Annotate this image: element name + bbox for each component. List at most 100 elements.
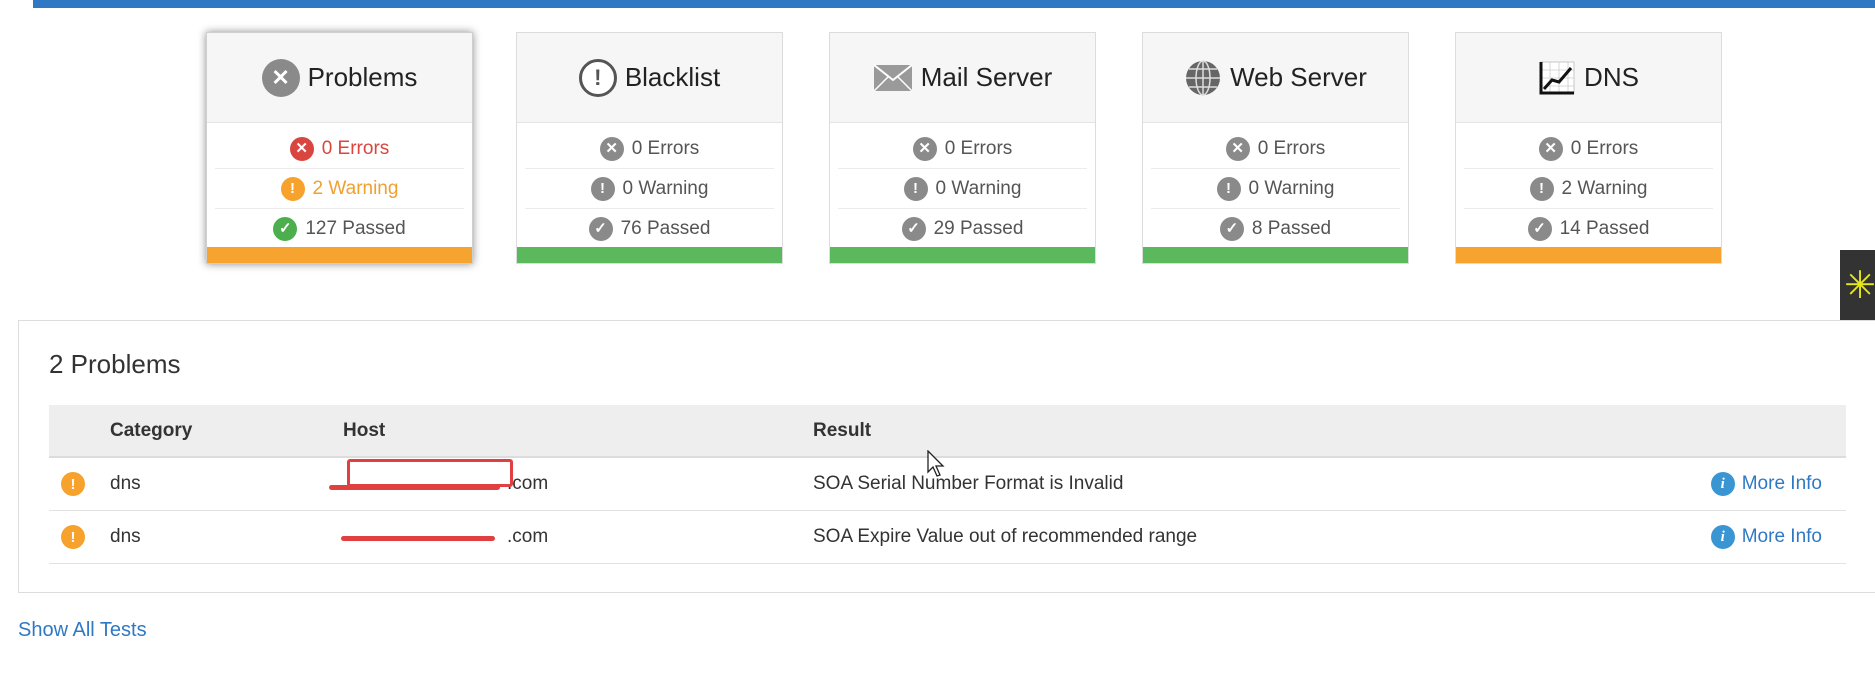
problems-table: Category Host Result ! dns .com SOA Seri… (49, 405, 1846, 564)
passed-label: 14 Passed (1559, 217, 1650, 239)
warnings-label: 0 Warning (935, 177, 1022, 199)
status-bar (207, 247, 472, 263)
passed-label: 127 Passed (305, 217, 406, 239)
feedback-widget[interactable]: ✳ (1840, 250, 1875, 320)
card-title: DNS (1584, 62, 1639, 92)
redaction-line (329, 485, 501, 490)
warning-icon: ! (61, 525, 85, 549)
warnings-label: 2 Warning (312, 177, 399, 199)
host-cell: .com (341, 510, 813, 564)
errors-label: 0 Errors (1257, 137, 1326, 159)
errors-label: 0 Errors (1570, 137, 1639, 159)
info-icon: i (1710, 525, 1735, 550)
show-all-tests-link[interactable]: Show All Tests (18, 619, 147, 642)
more-info-link[interactable]: i More Info (1710, 525, 1822, 550)
asterisk-icon: ✳ (1844, 264, 1875, 307)
error-icon: ✕ (599, 136, 624, 161)
passed-stat: ✓ 14 Passed (1464, 209, 1713, 248)
host-header: Host (343, 419, 386, 441)
errors-label: 0 Errors (631, 137, 700, 159)
status-bar (517, 247, 782, 263)
passed-label: 29 Passed (933, 217, 1024, 239)
check-icon: ✓ (1219, 216, 1244, 241)
card-header: Mail Server (830, 33, 1095, 123)
more-info-link[interactable]: i More Info (1710, 472, 1822, 497)
host-cell: .com (329, 457, 813, 511)
card-title: Blacklist (624, 62, 721, 92)
host-suffix: .com (507, 473, 549, 494)
errors-label: 0 Errors (944, 137, 1013, 159)
card-title: Problems (307, 62, 418, 92)
top-accent-bar (33, 0, 1875, 8)
warning-icon: ! (903, 176, 928, 201)
problems-card[interactable]: ✕ Problems ✕ 0 Errors ! 2 Warning ✓ 127 … (206, 32, 473, 264)
warnings-stat: ! 0 Warning (525, 169, 774, 209)
status-bar (830, 247, 1095, 263)
mail-server-card[interactable]: Mail Server ✕ 0 Errors ! 0 Warning ✓ 29 … (829, 32, 1096, 264)
warnings-label: 0 Warning (622, 177, 709, 199)
host-redacted: .com (341, 526, 548, 548)
globe-icon (1186, 59, 1221, 96)
card-header: ! Blacklist (517, 33, 782, 123)
passed-label: 8 Passed (1251, 217, 1332, 239)
passed-stat: ✓ 76 Passed (525, 209, 774, 248)
error-icon: ✕ (1225, 136, 1250, 161)
table-row: ! dns .com SOA Expire Value out of recom… (49, 510, 1846, 564)
errors-stat: ✕ 0 Errors (838, 129, 1087, 169)
passed-label: 76 Passed (620, 217, 711, 239)
dns-card[interactable]: DNS ✕ 0 Errors ! 2 Warning ✓ 14 Passed (1455, 32, 1722, 264)
chart-line-icon (1539, 61, 1575, 94)
card-title: Mail Server (920, 62, 1053, 92)
warning-icon: ! (590, 176, 615, 201)
warning-icon: ! (1529, 176, 1554, 201)
blacklist-card[interactable]: ! Blacklist ✕ 0 Errors ! 0 Warning ✓ 76 … (516, 32, 783, 264)
warnings-stat: ! 0 Warning (838, 169, 1087, 209)
envelope-icon (873, 63, 913, 92)
check-icon: ✓ (1527, 216, 1552, 241)
errors-stat: ✕ 0 Errors (525, 129, 774, 169)
warnings-stat: ! 0 Warning (1151, 169, 1400, 209)
table-header-row: Category Host Result (49, 405, 1846, 457)
redaction-box (347, 459, 513, 487)
more-info-label: More Info (1741, 526, 1822, 548)
info-icon: i (1710, 472, 1735, 497)
result-cell: SOA Expire Value out of recommended rang… (813, 510, 1653, 564)
check-icon: ✓ (273, 216, 298, 241)
warning-icon: ! (1216, 176, 1241, 201)
check-icon: ✓ (588, 216, 613, 241)
warning-icon: ! (61, 472, 85, 496)
panel-title: 2 Problems (49, 349, 181, 379)
category-cell: dns (110, 457, 343, 511)
card-header: ✕ Problems (207, 33, 472, 123)
more-info-label: More Info (1741, 473, 1822, 495)
mouse-cursor-icon (927, 450, 945, 477)
error-icon: ✕ (912, 136, 937, 161)
error-icon: ✕ (1538, 136, 1563, 161)
category-cell: dns (110, 510, 343, 564)
warnings-stat: ! 2 Warning (215, 169, 464, 209)
passed-stat: ✓ 29 Passed (838, 209, 1087, 248)
card-title: Web Server (1230, 62, 1367, 92)
status-bar (1456, 247, 1721, 263)
passed-stat: ✓ 8 Passed (1151, 209, 1400, 248)
table-row: ! dns .com SOA Serial Number Format is I… (49, 457, 1846, 511)
web-server-card[interactable]: Web Server ✕ 0 Errors ! 0 Warning ✓ 8 Pa… (1142, 32, 1409, 264)
x-circle-icon: ✕ (261, 58, 300, 97)
errors-stat: ✕ 0 Errors (1464, 129, 1713, 169)
category-header: Category (110, 419, 193, 441)
host-redacted: .com (329, 459, 549, 495)
exclamation-circle-icon: ! (578, 58, 617, 97)
passed-stat: ✓ 127 Passed (215, 209, 464, 248)
error-icon: ✕ (289, 136, 314, 161)
errors-label: 0 Errors (321, 137, 390, 159)
status-bar (1143, 247, 1408, 263)
check-icon: ✓ (901, 216, 926, 241)
warnings-label: 0 Warning (1248, 177, 1335, 199)
warning-icon: ! (280, 176, 305, 201)
warnings-stat: ! 2 Warning (1464, 169, 1713, 209)
errors-stat: ✕ 0 Errors (215, 129, 464, 169)
errors-stat: ✕ 0 Errors (1151, 129, 1400, 169)
warnings-label: 2 Warning (1561, 177, 1648, 199)
redaction-line (341, 536, 495, 541)
card-header: DNS (1456, 33, 1721, 123)
